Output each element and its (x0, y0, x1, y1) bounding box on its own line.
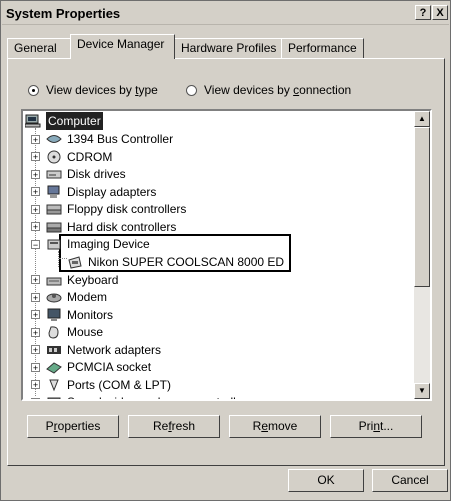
title-bar: System Properties ? X (2, 2, 449, 25)
tree-item-label: Display adapters (67, 184, 157, 199)
tree-item-label: Ports (COM & LPT) (67, 377, 172, 392)
expand-icon[interactable]: + (31, 362, 40, 372)
tree-item-label: Mouse (67, 325, 104, 339)
mouse-icon (46, 325, 62, 339)
remove-button[interactable]: Remove (229, 415, 321, 438)
ok-button[interactable]: OK (288, 469, 364, 492)
tree-scrollbar[interactable]: ▲ ▼ (414, 111, 430, 399)
print-button[interactable]: Print... (330, 415, 422, 438)
expand-icon[interactable]: + (31, 169, 40, 179)
expand-icon[interactable]: + (31, 134, 40, 144)
ports-icon (46, 378, 62, 392)
disk-drive-icon (46, 167, 62, 181)
expand-icon[interactable]: + (31, 222, 40, 232)
view-by-type-label: View devices by type (46, 83, 158, 97)
tree-category-item[interactable]: + Ports (COM & LPT) (31, 376, 171, 394)
monitor-icon (46, 308, 62, 322)
scanner-icon (67, 255, 83, 269)
tree-category-item[interactable]: + Sound, video and game controllers (31, 393, 252, 399)
tree-category-item[interactable]: + Floppy disk controllers (31, 200, 186, 218)
modem-icon (46, 290, 62, 304)
tab-hardware-profiles[interactable]: Hardware Profiles (174, 38, 282, 58)
scroll-up-button[interactable]: ▲ (414, 111, 430, 127)
tree-category-item[interactable]: + Hard disk controllers (31, 218, 176, 236)
scroll-down-button[interactable]: ▼ (414, 383, 430, 399)
tree-category-item[interactable]: + PCMCIA socket (31, 358, 151, 376)
expand-icon[interactable]: + (31, 292, 40, 302)
view-by-connection-label: View devices by connection (204, 83, 352, 97)
sound-icon (46, 395, 62, 399)
tree-item-label: Hard disk controllers (67, 219, 177, 234)
tree-item-label: Disk drives (67, 167, 126, 181)
tree-item-label: Nikon SUPER COOLSCAN 8000 ED (88, 254, 285, 269)
view-by-type-radio[interactable]: View devices by type (28, 83, 158, 97)
window-title: System Properties (6, 6, 121, 21)
tree-category-item[interactable]: + Monitors (31, 306, 113, 324)
tree-category-item[interactable]: + Modem (31, 288, 107, 306)
display-adapter-icon (46, 185, 62, 199)
tree-item-label: Modem (67, 290, 108, 304)
close-button[interactable]: X (432, 5, 448, 20)
collapse-icon[interactable]: − (31, 239, 40, 249)
scroll-thumb[interactable] (414, 127, 430, 287)
expand-icon[interactable]: + (31, 397, 40, 399)
tree-root-computer[interactable]: Computer (25, 112, 103, 130)
tree-device-item[interactable]: Nikon SUPER COOLSCAN 8000 ED (67, 253, 284, 271)
device-tree[interactable]: Computer +1394 Bus Controller + CDROM + Disk… (21, 109, 432, 401)
tree-category-item[interactable]: + Mouse (31, 323, 103, 341)
keyboard-icon (46, 273, 62, 287)
expand-icon[interactable]: + (31, 380, 40, 390)
tree-category-item[interactable]: − Imaging Device (31, 235, 150, 253)
expand-icon[interactable]: + (31, 327, 40, 337)
refresh-button[interactable]: Refresh (128, 415, 220, 438)
tree-category-item[interactable]: + Display adapters (31, 183, 156, 201)
properties-button[interactable]: Properties (27, 415, 119, 438)
tree-item-label: Sound, video and game controllers (67, 393, 252, 399)
tree-item-label: Imaging Device (67, 237, 150, 251)
cancel-button[interactable]: Cancel (372, 469, 448, 492)
tree-item-label: 1394 Bus Controller (67, 132, 174, 146)
computer-icon (25, 114, 41, 128)
expand-icon[interactable]: + (31, 204, 40, 214)
view-by-connection-radio[interactable]: View devices by connection (186, 83, 351, 97)
pcmcia-icon (46, 360, 62, 374)
expand-icon[interactable]: + (31, 275, 40, 285)
tree-category-item[interactable]: + Disk drives (31, 165, 126, 183)
expand-icon[interactable]: + (31, 345, 40, 355)
radio-dot (28, 84, 39, 96)
tree-category-item[interactable]: + Keyboard (31, 271, 118, 289)
expand-icon[interactable]: + (31, 310, 40, 320)
device-manager-panel: View devices by type View devices by con… (7, 58, 445, 466)
tab-device-manager[interactable]: Device Manager (70, 34, 175, 59)
tree-guide-line (58, 251, 59, 267)
tree-category-item[interactable]: + Network adapters (31, 341, 161, 359)
tree-item-label: PCMCIA socket (67, 360, 152, 374)
tree-guide-line (59, 258, 67, 259)
expand-icon[interactable]: + (31, 152, 40, 162)
imaging-device-icon (46, 237, 62, 251)
expand-icon[interactable]: + (31, 187, 40, 197)
cdrom-icon (46, 150, 62, 164)
tab-general[interactable]: General (7, 38, 71, 58)
tree-item-label: CDROM (67, 149, 113, 164)
tree-category-item[interactable]: + CDROM (31, 148, 112, 166)
device-tree-list: Computer +1394 Bus Controller + CDROM + Disk… (23, 111, 414, 399)
hard-disk-controller-icon (46, 220, 62, 234)
tree-item-label: Keyboard (67, 272, 119, 287)
radio-dot (186, 84, 197, 96)
tree-root-label: Computer (46, 112, 103, 130)
tree-item-label: Monitors (67, 307, 114, 322)
network-adapter-icon (46, 343, 62, 357)
tree-category-item[interactable]: +1394 Bus Controller (31, 130, 173, 148)
tree-item-label: Network adapters (67, 342, 162, 357)
floppy-controller-icon (46, 202, 62, 216)
tree-item-label: Floppy disk controllers (67, 202, 187, 216)
bus-controller-icon (46, 132, 62, 146)
tab-performance[interactable]: Performance (281, 38, 364, 58)
system-properties-window: System Properties ? X General Device Man… (0, 0, 451, 501)
help-button[interactable]: ? (415, 5, 431, 20)
